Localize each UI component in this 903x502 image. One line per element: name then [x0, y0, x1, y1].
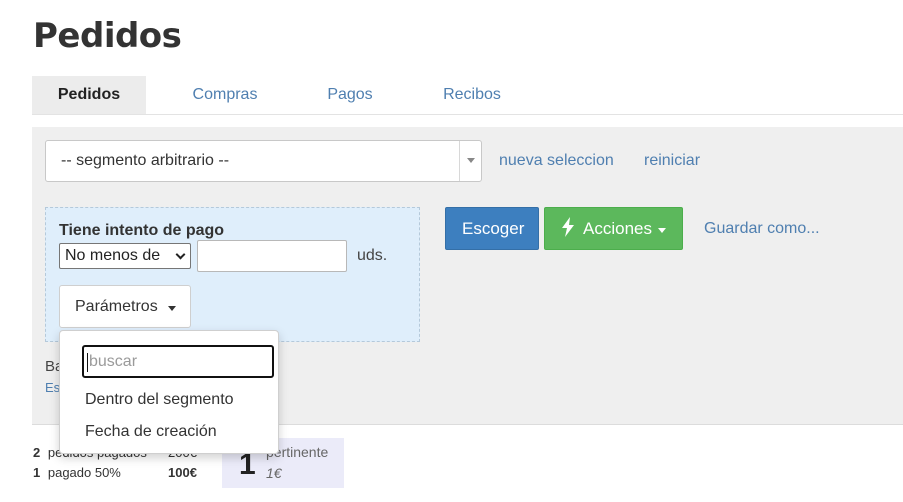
stats-count: 2	[33, 445, 41, 460]
tab-pagos[interactable]: Pagos	[312, 76, 388, 114]
parameters-dropdown: buscar Dentro del segmento Fecha de crea…	[59, 330, 279, 454]
save-as-link[interactable]: Guardar como...	[704, 220, 820, 238]
text-cursor	[87, 353, 88, 372]
caret-down-icon	[467, 158, 475, 163]
segment-select-toggle[interactable]	[459, 141, 481, 181]
dropdown-search-placeholder: buscar	[89, 353, 138, 370]
choose-button-label: Escoger	[462, 219, 525, 238]
actions-button-label: Acciones	[583, 219, 652, 238]
page-title: Pedidos	[33, 16, 182, 56]
stats-label: pagado 50%	[47, 465, 121, 480]
stats-row-partial: 1 pagado 50%	[33, 465, 121, 480]
operator-select-value: No menos de	[65, 247, 161, 264]
filter-title: Tiene intento de pago	[59, 222, 225, 239]
operator-select[interactable]: No menos de	[59, 243, 191, 269]
chevron-down-icon	[175, 249, 186, 260]
dropdown-item-dentro-del-segmento[interactable]: Dentro del segmento	[85, 391, 234, 409]
choose-button[interactable]: Escoger	[445, 207, 539, 250]
reset-link[interactable]: reiniciar	[644, 152, 700, 170]
parameters-button[interactable]: Parámetros	[59, 285, 191, 328]
bolt-icon	[562, 217, 574, 237]
stats-count: 1	[33, 465, 41, 480]
parameters-button-label: Parámetros	[75, 298, 158, 315]
tab-pedidos[interactable]: Pedidos	[32, 76, 146, 114]
dropdown-item-fecha-de-creacion[interactable]: Fecha de creación	[85, 423, 217, 441]
unit-label: uds.	[357, 247, 388, 264]
stats-amount: 100€	[168, 465, 197, 480]
tab-recibos[interactable]: Recibos	[430, 76, 514, 114]
quantity-input[interactable]	[197, 240, 347, 272]
pertinent-value: 1€	[266, 465, 282, 481]
caret-down-icon	[168, 306, 176, 311]
actions-button[interactable]: Acciones	[544, 207, 683, 250]
tab-compras[interactable]: Compras	[180, 76, 270, 114]
tab-bar: Pedidos Compras Pagos Recibos	[32, 76, 903, 115]
segment-select[interactable]: -- segmento arbitrario --	[45, 140, 482, 182]
caret-down-icon	[658, 228, 666, 233]
partially-hidden-link[interactable]: Es	[45, 380, 60, 395]
dropdown-search-input[interactable]: buscar	[82, 345, 274, 378]
new-selection-link[interactable]: nueva seleccion	[499, 152, 614, 170]
segment-select-value: -- segmento arbitrario --	[61, 152, 230, 169]
